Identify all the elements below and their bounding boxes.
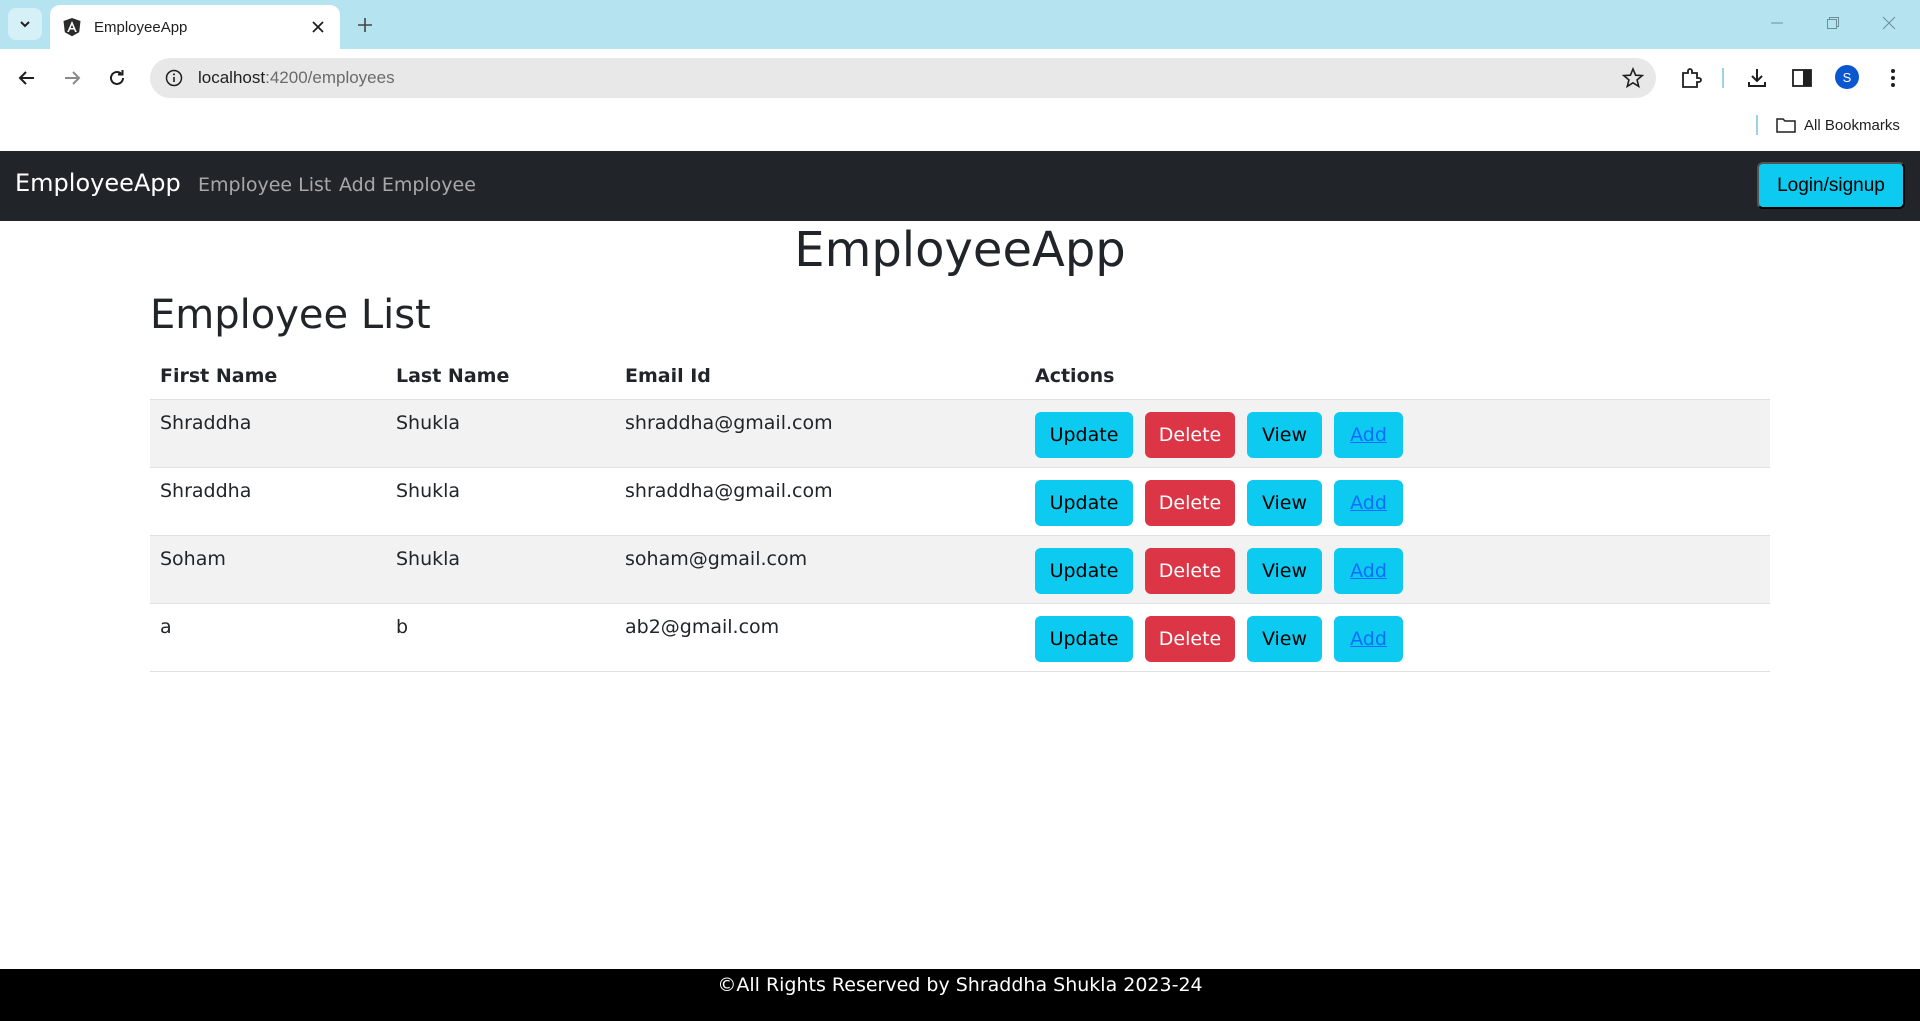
add-button[interactable]: Add (1334, 411, 1403, 458)
cell-actions: Update Delete View Add (1025, 467, 1770, 536)
star-icon[interactable] (1622, 67, 1644, 89)
employee-table: First Name Last Name Email Id Actions Sh… (150, 353, 1770, 672)
url-host: localhost (198, 68, 266, 87)
browser-tabstrip: EmployeeApp (0, 0, 1920, 49)
tab-search-button[interactable] (8, 8, 42, 40)
more-vert-icon[interactable] (1879, 64, 1907, 92)
column-header-first-name: First Name (150, 353, 386, 400)
bookmarks-separator (1756, 115, 1758, 135)
cell-email: shraddha@gmail.com (615, 399, 1025, 468)
tab-title: EmployeeApp (94, 18, 188, 36)
puzzle-icon[interactable] (1677, 64, 1705, 92)
login-signup-button[interactable]: Login/signup (1757, 162, 1905, 209)
add-button[interactable]: Add (1334, 615, 1403, 662)
cell-email: shraddha@gmail.com (615, 467, 1025, 536)
browser-toolbar: localhost:4200/employees S (0, 49, 1920, 107)
app-navbar: EmployeeApp Employee List Add Employee L… (0, 151, 1920, 221)
column-header-actions: Actions (1025, 353, 1770, 400)
page-footer: ©All Rights Reserved by Shraddha Shukla … (0, 969, 1920, 1021)
cell-first-name: Soham (150, 535, 386, 604)
toolbar-separator (1722, 68, 1724, 88)
cell-actions: Update Delete View Add (1025, 603, 1770, 672)
delete-button[interactable]: Delete (1145, 615, 1235, 662)
chevron-down-icon (20, 21, 30, 28)
nav-link-employee-list[interactable]: Employee List (198, 174, 331, 196)
cell-email: ab2@gmail.com (615, 603, 1025, 672)
table-header-row: First Name Last Name Email Id Actions (150, 353, 1770, 400)
cell-actions: Update Delete View Add (1025, 535, 1770, 604)
view-button[interactable]: View (1247, 479, 1322, 526)
table-row: Soham Shukla soham@gmail.com Update Delet… (150, 535, 1770, 604)
navbar-brand[interactable]: EmployeeApp (15, 169, 181, 197)
minimize-icon[interactable] (1757, 8, 1797, 38)
update-button[interactable]: Update (1035, 547, 1133, 594)
nav-link-add-employee[interactable]: Add Employee (339, 174, 476, 196)
cell-first-name: a (150, 603, 386, 672)
table-row: a b ab2@gmail.com Update Delete View Add (150, 603, 1770, 672)
column-header-last-name: Last Name (386, 353, 615, 400)
url-path: :4200/employees (265, 68, 395, 87)
cell-last-name: Shukla (386, 399, 615, 468)
all-bookmarks-button[interactable]: All Bookmarks (1776, 113, 1900, 137)
window-close-icon[interactable] (1869, 8, 1909, 38)
all-bookmarks-label: All Bookmarks (1804, 116, 1900, 134)
cell-last-name: Shukla (386, 467, 615, 536)
delete-button[interactable]: Delete (1145, 547, 1235, 594)
address-bar[interactable]: localhost:4200/employees (150, 58, 1656, 98)
close-icon[interactable] (308, 17, 328, 37)
browser-tab[interactable]: EmployeeApp (50, 5, 340, 49)
folder-icon (1776, 118, 1796, 133)
restore-icon[interactable] (1813, 8, 1853, 38)
footer-text: ©All Rights Reserved by Shraddha Shukla … (717, 974, 1203, 996)
table-row: Shraddha Shukla shraddha@gmail.com Updat… (150, 399, 1770, 468)
view-button[interactable]: View (1247, 615, 1322, 662)
delete-button[interactable]: Delete (1145, 479, 1235, 526)
delete-button[interactable]: Delete (1145, 411, 1235, 458)
update-button[interactable]: Update (1035, 411, 1133, 458)
section-title: Employee List (150, 292, 431, 338)
column-header-email: Email Id (615, 353, 1025, 400)
angular-icon (63, 18, 81, 37)
profile-avatar[interactable]: S (1835, 65, 1859, 89)
plus-icon[interactable] (352, 12, 378, 38)
side-panel-icon[interactable] (1788, 64, 1816, 92)
cell-last-name: b (386, 603, 615, 672)
cell-first-name: Shraddha (150, 399, 386, 468)
cell-last-name: Shukla (386, 535, 615, 604)
add-button[interactable]: Add (1334, 547, 1403, 594)
add-button[interactable]: Add (1334, 479, 1403, 526)
url-text: localhost:4200/employees (198, 68, 395, 88)
view-button[interactable]: View (1247, 411, 1322, 458)
table-row: Shraddha Shukla shraddha@gmail.com Updat… (150, 467, 1770, 536)
cell-email: soham@gmail.com (615, 535, 1025, 604)
update-button[interactable]: Update (1035, 479, 1133, 526)
update-button[interactable]: Update (1035, 615, 1133, 662)
arrow-left-icon[interactable] (11, 62, 43, 94)
reload-icon[interactable] (101, 62, 133, 94)
view-button[interactable]: View (1247, 547, 1322, 594)
page-title: EmployeeApp (794, 222, 1126, 278)
arrow-right-icon[interactable] (56, 62, 88, 94)
cell-actions: Update Delete View Add (1025, 399, 1770, 468)
bookmarks-bar: All Bookmarks (0, 107, 1920, 151)
info-icon[interactable] (164, 68, 184, 88)
download-icon[interactable] (1743, 64, 1771, 92)
cell-first-name: Shraddha (150, 467, 386, 536)
